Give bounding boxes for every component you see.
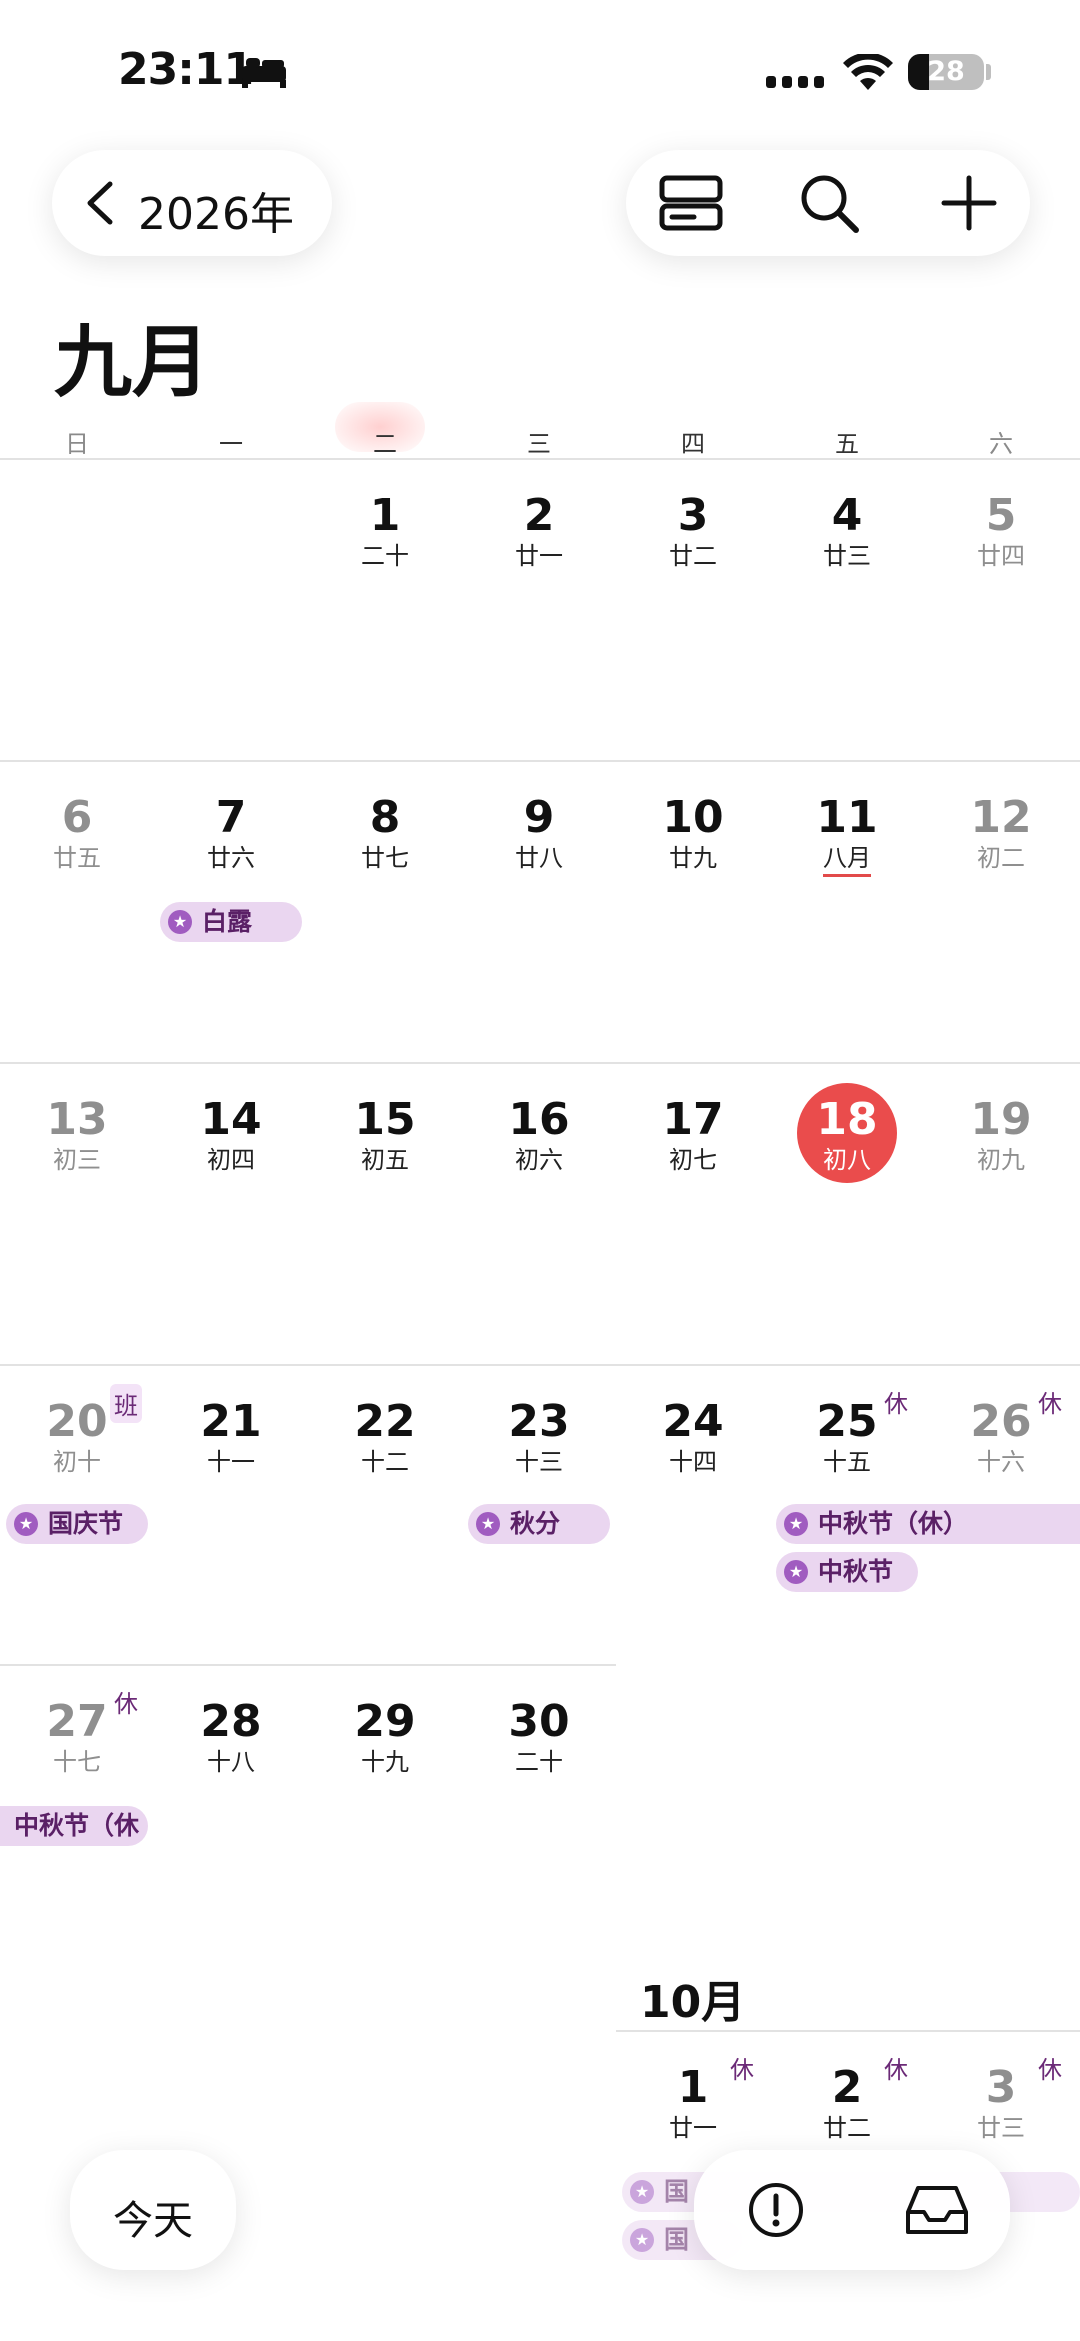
day-cell[interactable]: 5 廿四 xyxy=(924,492,1078,571)
star-icon xyxy=(476,1504,500,1544)
day-cell[interactable]: 13 初三 xyxy=(0,1096,154,1175)
weekday-sat: 六 xyxy=(989,430,1013,458)
day-cell[interactable]: 23 十三 xyxy=(462,1398,616,1477)
day-cell[interactable]: 2 廿一 xyxy=(462,492,616,571)
day-cell[interactable]: 28 十八 xyxy=(154,1698,308,1777)
cellular-signal-icon xyxy=(766,64,824,92)
day-cell[interactable]: 12 初二 xyxy=(924,794,1078,873)
holiday-badge: 休 xyxy=(1038,2056,1062,2084)
day-cell-today[interactable]: 18 初八 xyxy=(770,1096,924,1175)
week-divider xyxy=(0,1062,1080,1064)
battery-indicator: 28 xyxy=(908,54,984,90)
event-chip[interactable]: 国庆节 xyxy=(6,1504,148,1544)
day-cell[interactable]: 30 二十 xyxy=(462,1698,616,1777)
day-cell[interactable]: 9 廿八 xyxy=(462,794,616,873)
day-cell[interactable]: 29 十九 xyxy=(308,1698,462,1777)
holiday-badge: 休 xyxy=(730,2056,754,2084)
wifi-icon xyxy=(842,52,894,96)
weekday-sun: 日 xyxy=(65,430,89,458)
back-label: 2026年 xyxy=(138,189,294,240)
view-toggle-icon[interactable] xyxy=(658,170,724,236)
holiday-badge: 休 xyxy=(114,1690,138,1718)
toolbar xyxy=(626,150,1030,256)
today-button[interactable]: 今天 xyxy=(70,2150,236,2270)
weekday-fri: 五 xyxy=(835,430,859,458)
day-cell[interactable]: 15 初五 xyxy=(308,1096,462,1175)
week-divider xyxy=(0,1664,616,1666)
day-cell[interactable]: 14 初四 xyxy=(154,1096,308,1175)
month-divider xyxy=(616,2030,1080,2032)
weekday-wed: 三 xyxy=(527,430,551,458)
status-time: 23:11 xyxy=(118,44,254,95)
day-cell[interactable]: 8 廿七 xyxy=(308,794,462,873)
star-icon xyxy=(784,1552,808,1592)
back-to-year-button[interactable]: 2026年 xyxy=(52,150,332,256)
star-icon xyxy=(168,902,192,942)
workday-badge: 班 xyxy=(110,1384,142,1423)
week-divider xyxy=(0,458,1080,460)
day-cell[interactable]: 10 廿九 xyxy=(616,794,770,873)
day-cell[interactable]: 3 廿二 xyxy=(616,492,770,571)
week-divider xyxy=(0,1364,1080,1366)
inbox-icon[interactable] xyxy=(904,2180,970,2240)
star-icon xyxy=(630,2220,654,2260)
plus-icon[interactable] xyxy=(936,170,1002,236)
event-chip[interactable]: 中秋节（休 xyxy=(0,1806,148,1846)
search-icon[interactable] xyxy=(796,170,862,236)
holiday-badge: 休 xyxy=(884,2056,908,2084)
holiday-badge: 休 xyxy=(1038,1390,1062,1418)
chevron-left-icon xyxy=(80,180,120,230)
day-cell[interactable]: 24 十四 xyxy=(616,1398,770,1477)
today-label: 今天 xyxy=(113,2198,193,2244)
day-cell[interactable]: 1 二十 xyxy=(308,492,462,571)
weekday-thu: 四 xyxy=(681,430,705,458)
day-cell[interactable]: 22 十二 xyxy=(308,1398,462,1477)
weekday-tue: 二 xyxy=(373,430,397,458)
event-chip[interactable]: 中秋节 xyxy=(776,1552,918,1592)
bottom-actions xyxy=(694,2150,1010,2270)
day-cell[interactable]: 6 廿五 xyxy=(0,794,154,873)
month-title: 九月 xyxy=(54,318,211,408)
event-chip[interactable]: 白露 xyxy=(160,902,302,942)
day-cell[interactable]: 19 初九 xyxy=(924,1096,1078,1175)
event-chip[interactable]: 中秋节（休） xyxy=(776,1504,1080,1544)
star-icon xyxy=(14,1504,38,1544)
holiday-badge: 休 xyxy=(884,1390,908,1418)
day-cell[interactable]: 21 十一 xyxy=(154,1398,308,1477)
day-cell[interactable]: 16 初六 xyxy=(462,1096,616,1175)
event-chip[interactable]: 秋分 xyxy=(468,1504,610,1544)
sleep-focus-icon xyxy=(240,56,288,92)
day-cell[interactable]: 17 初七 xyxy=(616,1096,770,1175)
battery-tip xyxy=(986,64,991,80)
day-cell[interactable]: 11 八月 xyxy=(770,794,924,873)
october-title: 10月 xyxy=(640,1977,746,2028)
weekday-mon: 一 xyxy=(219,430,243,458)
star-icon xyxy=(784,1504,808,1544)
day-cell[interactable]: 4 廿三 xyxy=(770,492,924,571)
alert-icon[interactable] xyxy=(746,2180,806,2240)
star-icon xyxy=(630,2172,654,2212)
week-divider xyxy=(0,760,1080,762)
battery-percent: 28 xyxy=(927,56,965,87)
day-cell[interactable]: 7 廿六 xyxy=(154,794,308,873)
